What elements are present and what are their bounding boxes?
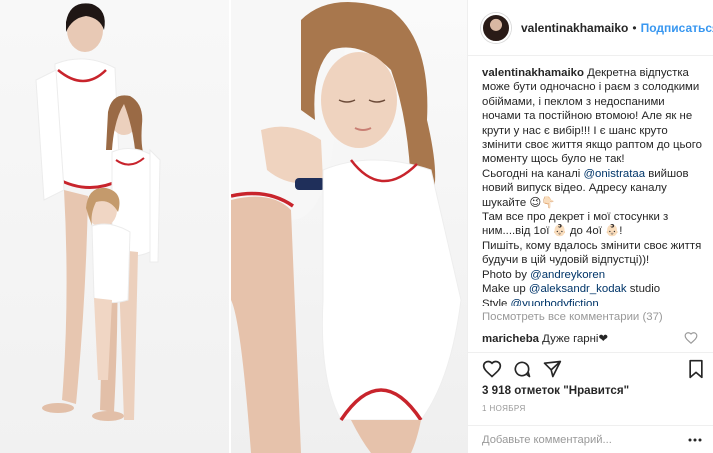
comment-input[interactable] bbox=[482, 433, 682, 446]
makeup-credit-suffix: studio bbox=[629, 283, 661, 296]
caption-line-2-prefix: Сьогодні на каналі bbox=[482, 167, 581, 180]
post-photo[interactable] bbox=[0, 0, 467, 453]
mention-link[interactable]: @andreykoren bbox=[530, 269, 605, 281]
action-bar bbox=[468, 352, 713, 380]
mention-link[interactable]: @onistrataa bbox=[583, 168, 645, 180]
photo-right-panel bbox=[231, 0, 467, 453]
comment-item: maricheba Дуже гарні❤ bbox=[482, 331, 698, 345]
more-icon[interactable] bbox=[688, 435, 702, 445]
photo-credit-label: Photo by bbox=[482, 268, 527, 281]
header-separator: • bbox=[632, 20, 637, 35]
photo-left-panel bbox=[0, 0, 229, 453]
add-comment-section bbox=[468, 425, 713, 453]
likes-count[interactable]: 3 918 отметок "Нравится" bbox=[482, 384, 629, 397]
mention-link[interactable]: @yuorbodyfiction bbox=[511, 298, 599, 307]
post-header: valentinakhamaiko • Подписаться bbox=[468, 0, 713, 56]
caption-makeup-credit: Make up @aleksandr_kodak studio bbox=[482, 282, 706, 296]
share-icon[interactable] bbox=[542, 359, 562, 379]
post-date: 1 НОЯБРЯ bbox=[482, 404, 526, 413]
follow-button[interactable]: Подписаться bbox=[641, 21, 713, 35]
post-sidebar: valentinakhamaiko • Подписаться valentin… bbox=[467, 0, 713, 453]
post-caption: valentinakhamaiko Декретна відпустка мож… bbox=[482, 66, 706, 306]
heart-icon[interactable] bbox=[482, 359, 502, 379]
caption-author[interactable]: valentinakhamaiko bbox=[482, 67, 584, 79]
instagram-post: valentinakhamaiko • Подписаться valentin… bbox=[0, 0, 713, 453]
view-all-comments-link[interactable]: Посмотреть все комментарии (37) bbox=[482, 311, 663, 323]
comment-icon[interactable] bbox=[512, 359, 532, 379]
comment-author[interactable]: maricheba bbox=[482, 333, 539, 345]
comment-text: Дуже гарні❤ bbox=[542, 333, 609, 345]
avatar[interactable] bbox=[481, 12, 511, 43]
caption-line-4: Пишіть, кому вдалось змінити своє життя … bbox=[482, 239, 702, 267]
photo-right-illustration bbox=[231, 0, 462, 453]
caption-line-1: Декретна відпустка може бути одночасно і… bbox=[482, 67, 702, 166]
caption-paragraph-2: Сьогодні на каналі @onistrataa вийшов но… bbox=[482, 167, 706, 210]
header-username[interactable]: valentinakhamaiko bbox=[521, 21, 628, 35]
makeup-credit-label: Make up bbox=[482, 283, 526, 296]
photo-left-illustration bbox=[35, 3, 161, 421]
caption-photo-credit: Photo by @andreykoren bbox=[482, 268, 706, 282]
heart-icon[interactable] bbox=[684, 331, 698, 345]
mention-link[interactable]: @aleksandr_kodak bbox=[529, 283, 627, 295]
style-credit-label: Style bbox=[482, 297, 508, 307]
caption-paragraph-1: valentinakhamaiko Декретна відпустка мож… bbox=[482, 66, 706, 167]
caption-line-3: Там все про декрет і мої стосунки з ним.… bbox=[482, 211, 669, 238]
caption-style-credit: Style @yuorbodyfiction bbox=[482, 297, 706, 307]
bookmark-icon[interactable] bbox=[686, 359, 706, 379]
